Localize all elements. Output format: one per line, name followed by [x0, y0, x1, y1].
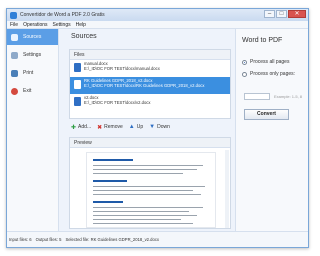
sidebar-item-label: Sources — [23, 34, 42, 40]
main-area: Sources Files manual.docx E:\_ID\OC FOR … — [67, 29, 233, 231]
title-bar: Convertidor de Word a PDF 2.0 Gratis – □… — [7, 9, 308, 21]
add-button[interactable]: ✚ Add... — [71, 124, 91, 131]
minimize-button[interactable]: – — [264, 10, 275, 18]
print-icon — [11, 69, 18, 77]
options-panel: Word to PDF Process all pages Process on… — [235, 29, 308, 231]
menu-bar: File Operations Settings Help — [7, 21, 308, 29]
menu-settings[interactable]: Settings — [53, 22, 71, 28]
file-path: E:\_ID\OC FOR TEST\docx\manual.docx — [84, 66, 160, 71]
file-path: E:\_ID\OC FOR TEST\docx\RK Guidelines GD… — [84, 83, 205, 88]
menu-help[interactable]: Help — [76, 22, 86, 28]
remove-icon: ✖ — [97, 124, 103, 131]
sources-icon — [11, 33, 18, 41]
convert-button[interactable]: Convert — [244, 109, 289, 120]
file-item[interactable]: v2.docx E:\_ID\OC FOR TEST\docx\v2.docx — [70, 94, 230, 111]
word-file-icon — [74, 63, 81, 72]
process-only-label: Process only pages: — [250, 71, 296, 77]
sidebar-item-label: Print — [23, 70, 34, 76]
remove-label: Remove — [104, 124, 123, 130]
status-bar: Input files: 6 Output files: 5 Selected … — [7, 231, 308, 247]
sidebar: Sources Settings Print Exit — [7, 29, 59, 231]
file-path: E:\_ID\OC FOR TEST\docx\v2.docx — [84, 100, 151, 105]
sidebar-item-settings[interactable]: Settings — [7, 47, 58, 63]
menu-operations[interactable]: Operations — [23, 22, 47, 28]
arrow-up-icon: ▲ — [128, 124, 135, 130]
sidebar-item-sources[interactable]: Sources — [7, 29, 58, 45]
arrow-down-icon: ▼ — [149, 124, 156, 130]
up-label: Up — [136, 124, 144, 130]
add-label: Add... — [78, 124, 92, 130]
file-item-selected[interactable]: RK Guidelines GDPR_2018_v2.docx E:\_ID\O… — [70, 77, 230, 94]
radio-selected[interactable] — [242, 59, 247, 65]
close-button[interactable]: ✕ — [288, 10, 306, 18]
preview-panel: Preview — [69, 137, 231, 229]
status-input-files: Input files: 6 — [9, 237, 32, 242]
sidebar-item-label: Settings — [23, 52, 42, 58]
files-panel: Files manual.docx E:\_ID\OC FOR TEST\doc… — [69, 49, 231, 119]
document-preview — [86, 152, 216, 228]
app-window: Convertidor de Word a PDF 2.0 Gratis – □… — [6, 8, 309, 248]
preview-scrollbar[interactable] — [225, 150, 229, 228]
plus-icon: ✚ — [71, 124, 77, 131]
sidebar-item-print[interactable]: Print — [7, 65, 58, 81]
down-label: Down — [157, 124, 170, 130]
radio[interactable] — [242, 71, 247, 77]
sidebar-item-label: Exit — [23, 88, 32, 94]
pages-input[interactable] — [244, 93, 270, 100]
sidebar-item-exit[interactable]: Exit — [7, 83, 58, 99]
files-toolbar: ✚ Add... ✖ Remove ▲ Up ▼ Down — [71, 123, 170, 131]
maximize-button[interactable]: □ — [276, 10, 287, 18]
status-selected-file: Selected file: RK Guidelines GDPR_2018_v… — [65, 237, 160, 242]
page-title: Sources — [71, 33, 97, 40]
process-all-option[interactable]: Process all pages — [242, 59, 289, 65]
settings-icon — [11, 51, 18, 59]
exit-icon — [11, 87, 18, 95]
example-text: Example: 1-5, 8 — [274, 94, 303, 99]
process-only-option[interactable]: Process only pages: — [242, 71, 295, 77]
app-icon — [10, 11, 17, 19]
menu-file[interactable]: File — [10, 22, 18, 28]
remove-button[interactable]: ✖ Remove — [97, 124, 123, 131]
word-file-icon — [74, 80, 81, 89]
down-button[interactable]: ▼ Down — [149, 124, 170, 130]
word-file-icon — [74, 97, 81, 106]
window-title: Convertidor de Word a PDF 2.0 Gratis — [20, 12, 105, 18]
status-output-files: Output files: 5 — [35, 237, 62, 242]
file-item[interactable]: manual.docx E:\_ID\OC FOR TEST\docx\manu… — [70, 60, 230, 77]
preview-label: Preview — [70, 138, 230, 148]
process-all-label: Process all pages — [250, 59, 290, 65]
files-label: Files — [70, 50, 230, 60]
options-title: Word to PDF — [242, 37, 283, 44]
up-button[interactable]: ▲ Up — [129, 124, 143, 130]
window-controls: – □ ✕ — [264, 10, 306, 18]
